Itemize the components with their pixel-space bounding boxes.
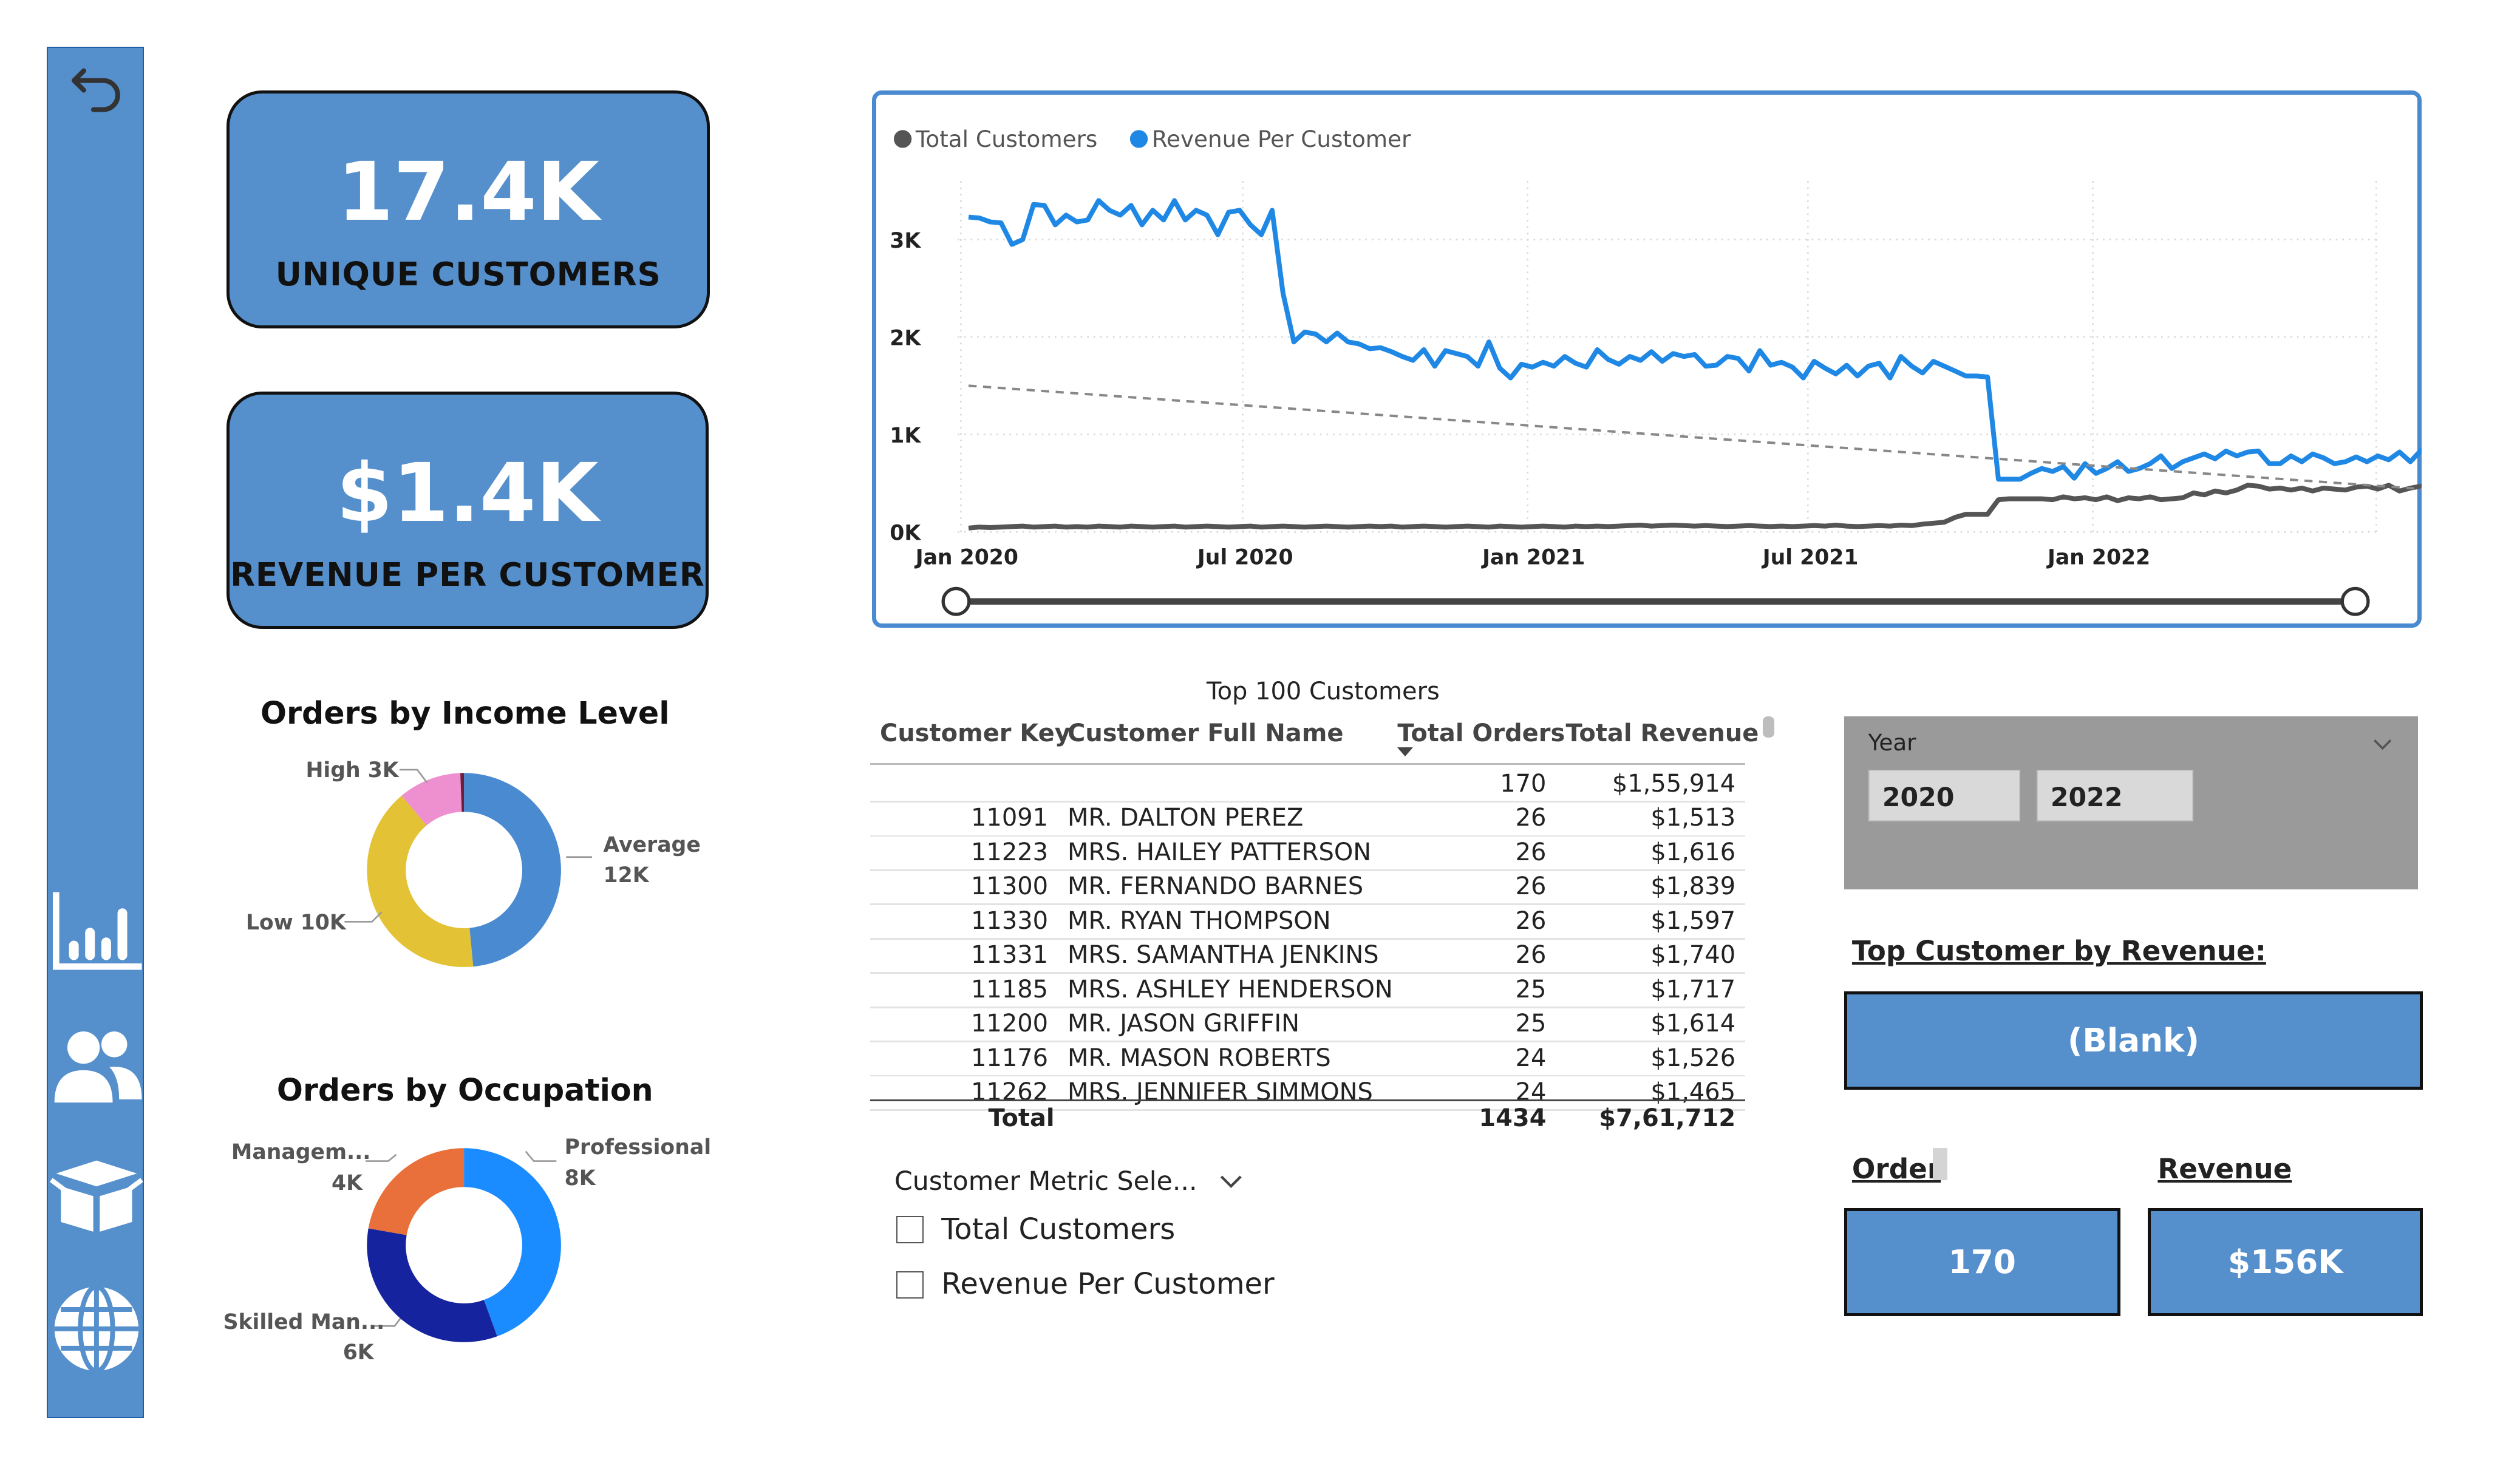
order-card-title: Order: [1851, 1153, 1941, 1186]
option-total-customers-label[interactable]: Total Customers: [941, 1213, 1175, 1246]
table-row[interactable]: 11176 MR. MASON ROBERTS 24 $1,526: [870, 1041, 1745, 1075]
cell-customer-name: MRS. SAMANTHA JENKINS: [1068, 941, 1379, 970]
table-row[interactable]: 11300 MR. FERNANDO BARNES 26 $1,839: [870, 869, 1745, 903]
cell-customer-name: MRS. ASHLEY HENDERSON: [1068, 975, 1393, 1004]
year-slicer[interactable]: Year 2020 2022: [1844, 716, 2419, 890]
cell-total-orders: 24: [1515, 1044, 1547, 1072]
year-start-input[interactable]: 2020: [1868, 769, 2020, 822]
cell-total-revenue: $1,614: [1650, 1010, 1736, 1038]
occupation-skilled-label: Skilled Man...: [223, 1309, 385, 1334]
cell-total-orders: 26: [1515, 872, 1547, 901]
revenue-card-title: Revenue: [2157, 1153, 2292, 1186]
cell-customer-key: 11300: [971, 872, 1049, 901]
cell-customer-key: 11330: [971, 906, 1049, 935]
order-card: 170: [1844, 1207, 2121, 1317]
revenue-card: $156K: [2148, 1207, 2423, 1317]
cell-total-orders: 24: [1515, 1078, 1547, 1107]
year-slicer-label: Year: [1868, 729, 1916, 756]
cell-total-revenue: $1,740: [1650, 941, 1736, 970]
cell-customer-name: MR. RYAN THOMPSON: [1068, 906, 1331, 935]
metric-selector-title: Customer Metric Sele...: [894, 1166, 1197, 1197]
text-cursor-marker: [1933, 1148, 1948, 1181]
cell-customer-key: 11091: [971, 804, 1049, 832]
table-row[interactable]: 11330 MR. RYAN THOMPSON 26 $1,597: [870, 903, 1745, 937]
cell-total-revenue: $1,526: [1650, 1044, 1736, 1072]
cell-customer-name: MR. FERNANDO BARNES: [1068, 872, 1364, 901]
cell-total-orders: 25: [1515, 975, 1547, 1004]
cell-customer-key: 11331: [971, 941, 1049, 970]
occupation-professional-value: 8K: [564, 1166, 596, 1190]
total-divider: [870, 1099, 1746, 1101]
cell-total-orders: 26: [1515, 838, 1547, 866]
box-icon[interactable]: [48, 1154, 145, 1238]
cell-total-revenue: $1,597: [1650, 906, 1736, 935]
table-row[interactable]: 11200 MR. JASON GRIFFIN 25 $1,614: [870, 1007, 1745, 1041]
occupation-slice-skilled-manual[interactable]: [367, 1228, 498, 1342]
cell-total-revenue: $1,55,914: [1612, 769, 1736, 798]
top-customer-title: Top Customer by Revenue:: [1851, 934, 2266, 967]
cell-total-orders: 26: [1515, 804, 1547, 832]
top-customer-card: (Blank): [1844, 991, 2423, 1090]
occupation-management-label: Managem...: [231, 1139, 371, 1164]
cell-total-revenue: $1,839: [1650, 872, 1736, 901]
cell-customer-name: MRS. JENNIFER SIMMONS: [1068, 1078, 1373, 1107]
occupation-slice-management[interactable]: [369, 1148, 465, 1235]
cell-customer-key: 11176: [971, 1044, 1049, 1072]
table-row[interactable]: 170 $1,55,914: [870, 767, 1745, 801]
table-row[interactable]: 11331 MRS. SAMANTHA JENKINS 26 $1,740: [870, 938, 1745, 972]
cell-total-revenue: $1,616: [1650, 838, 1736, 866]
year-slicer-chevron-down-icon[interactable]: [2371, 729, 2394, 759]
table-row[interactable]: 11091 MR. DALTON PEREZ 26 $1,513: [870, 801, 1745, 835]
cell-customer-key: 11185: [971, 975, 1049, 1004]
cell-customer-key: 11223: [971, 838, 1049, 866]
table-row[interactable]: 11223 MRS. HAILEY PATTERSON 26 $1,616: [870, 835, 1745, 869]
cell-customer-name: MRS. HAILEY PATTERSON: [1068, 838, 1372, 866]
globe-icon[interactable]: [48, 1280, 145, 1377]
checkbox-revenue-per-customer[interactable]: [896, 1271, 924, 1299]
occupation-donut-chart[interactable]: [335, 1116, 593, 1374]
total-revenue: $7,61,712: [1599, 1104, 1736, 1133]
cell-total-orders: 25: [1515, 1010, 1547, 1038]
cell-total-revenue: $1,513: [1650, 804, 1736, 832]
cell-customer-name: MR. DALTON PEREZ: [1068, 804, 1304, 832]
cell-total-orders: 170: [1500, 769, 1547, 798]
cell-customer-key: 11200: [971, 1010, 1049, 1038]
cell-customer-name: MR. JASON GRIFFIN: [1068, 1010, 1300, 1038]
occupation-skilled-value: 6K: [342, 1340, 374, 1365]
occupation-professional-label: Professional: [564, 1135, 712, 1160]
total-label: Total: [988, 1104, 1055, 1133]
cell-customer-key: 11262: [971, 1078, 1049, 1107]
occupation-management-value: 4K: [332, 1170, 363, 1195]
cell-total-orders: 26: [1515, 941, 1547, 970]
cell-customer-name: MR. MASON ROBERTS: [1068, 1044, 1331, 1072]
option-revenue-per-customer-label[interactable]: Revenue Per Customer: [941, 1268, 1275, 1301]
metric-selector-chevron-down-icon[interactable]: [1218, 1167, 1244, 1198]
cell-total-revenue: $1,465: [1650, 1078, 1736, 1107]
cell-total-orders: 26: [1515, 906, 1547, 935]
table-row[interactable]: 11185 MRS. ASHLEY HENDERSON 25 $1,717: [870, 972, 1745, 1006]
cell-total-revenue: $1,717: [1650, 975, 1736, 1004]
checkbox-total-customers[interactable]: [896, 1216, 924, 1244]
total-orders: 1434: [1479, 1104, 1547, 1133]
year-end-input[interactable]: 2022: [2036, 769, 2193, 822]
